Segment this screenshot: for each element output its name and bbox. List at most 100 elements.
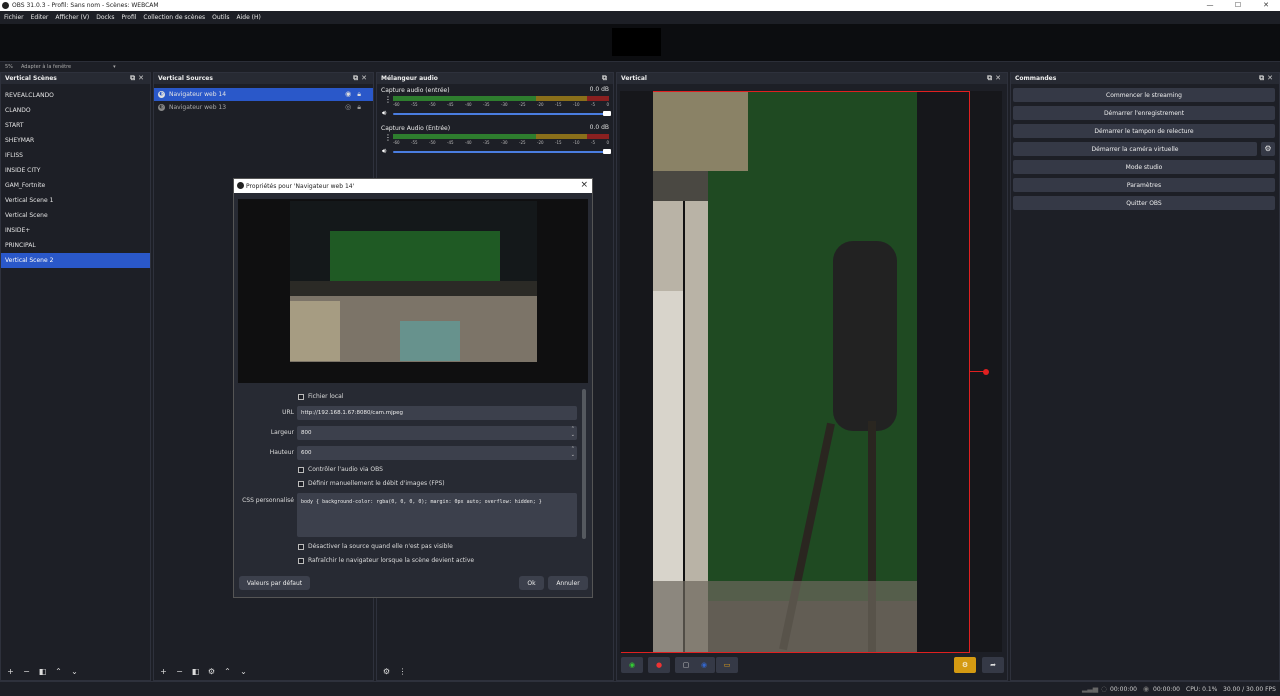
manual-fps-checkbox[interactable]: Définir manuellement le débit d'images (… [298,480,445,487]
gear-icon[interactable]: ⚙ [206,666,217,677]
close-dock-icon[interactable]: ✕ [138,74,147,82]
start-streaming-button[interactable]: Commencer le streaming [1013,88,1275,102]
add-icon[interactable]: + [158,666,169,677]
settings-button[interactable]: Paramètres [1013,178,1275,192]
cpu-usage: CPU: 0.1% [1186,686,1218,693]
custom-css-textarea[interactable]: body { background-color: rgba(0, 0, 0, 0… [297,493,577,537]
start-virtual-camera-button[interactable]: Démarrer la caméra virtuelle [1013,142,1257,156]
eye-hidden-icon[interactable]: ◎ [345,103,357,111]
resize-handle[interactable] [983,369,989,375]
speaker-icon[interactable]: 🔊︎ [382,109,386,118]
ok-button[interactable]: Ok [519,576,544,590]
softbox-light [653,91,748,171]
kebab-menu-icon[interactable]: ⋮ [397,666,408,677]
cancel-button[interactable]: Annuler [548,576,588,590]
local-file-checkbox[interactable]: Fichier local [298,393,344,400]
quit-obs-button[interactable]: Quitter OBS [1013,196,1275,210]
virtual-camera-icon[interactable]: ◉ [693,657,715,673]
sources-dock-title: Vertical Sources [158,75,213,82]
commands-dock-title: Commandes [1015,75,1057,82]
stream-toggle-icon[interactable]: ◉ [621,657,643,673]
close-window-button[interactable]: ✕ [1252,0,1280,11]
speaker-icon[interactable]: 🔊︎ [382,147,386,156]
chevron-down-icon[interactable]: ▾ [113,64,116,70]
undock-icon[interactable]: ⧉ [353,74,361,82]
scene-item[interactable]: IFLISS [1,148,150,163]
remove-icon[interactable]: − [174,666,185,677]
start-recording-button[interactable]: Démarrer l'enregistrement [1013,106,1275,120]
video-preview[interactable] [653,91,917,652]
stepper-arrows-icon[interactable]: ⌃ ⌄ [571,446,575,458]
source-item-selected[interactable]: ◐ Navigateur web 14 ◉🔒︎ [154,88,373,101]
mixer-channel: Capture audio (entrée) 0.0 dB ⋮ -60 -55 -5… [377,84,613,122]
lock-icon[interactable]: 🔒︎ [357,103,367,111]
advanced-audio-icon[interactable]: ⚙ [381,666,392,677]
filter-icon[interactable]: ◧ [37,666,48,677]
volume-slider[interactable] [393,113,609,115]
menu-aide[interactable]: Aide (H) [237,14,261,21]
status-bar: ▂▃▅ ◌ 00:00:00 ◉ 00:00:00 CPU: 0.1% 30.0… [0,681,1280,696]
volume-slider[interactable] [393,151,609,153]
height-stepper[interactable]: 600 ⌃ ⌄ [297,446,577,460]
main-preview-thumbnail [612,28,661,56]
scene-item[interactable]: START [1,118,150,133]
studio-mode-icon[interactable]: ▭ [716,657,738,673]
start-replay-buffer-button[interactable]: Démarrer le tampon de relecture [1013,124,1275,138]
record-icon[interactable]: ● [648,657,670,673]
url-input[interactable]: http://192.168.1.67:8080/cam.mjpeg [297,406,577,420]
close-dock-icon[interactable]: ✕ [1267,74,1276,82]
lock-icon[interactable]: 🔒︎ [357,90,367,98]
zoom-mode-select[interactable]: Adapter à la fenêtre [21,64,71,70]
menu-fichier[interactable]: Fichier [4,14,24,21]
undock-icon[interactable]: ⧉ [1259,74,1267,82]
scene-item[interactable]: REVEALCLANDO [1,88,150,103]
minimize-button[interactable]: — [1196,0,1224,11]
eye-icon[interactable]: ◉ [345,90,357,98]
scene-item[interactable]: GAM_Fortnite [1,178,150,193]
scene-item[interactable]: INSIDE CITY [1,163,150,178]
menu-docks[interactable]: Docks [96,14,114,21]
defaults-button[interactable]: Valeurs par défaut [239,576,310,590]
kebab-menu-icon[interactable]: ⋮ [384,133,392,142]
studio-mode-button[interactable]: Mode studio [1013,160,1275,174]
menu-profil[interactable]: Profil [121,14,136,21]
refresh-active-checkbox[interactable]: Rafraîchir le navigateur lorsque la scèn… [298,557,474,564]
source-item[interactable]: ◐ Navigateur web 13 ◎🔒︎ [154,101,373,114]
scene-item[interactable]: Vertical Scene 1 [1,193,150,208]
remove-icon[interactable]: − [21,666,32,677]
scene-item[interactable]: SHEYMAR [1,133,150,148]
scene-item-selected[interactable]: Vertical Scene 2 [1,253,150,268]
move-down-icon[interactable]: ⌄ [69,666,80,677]
scene-item[interactable]: PRINCIPAL [1,238,150,253]
stepper-arrows-icon[interactable]: ⌃ ⌄ [571,426,575,438]
add-icon[interactable]: + [5,666,16,677]
kebab-menu-icon[interactable]: ⋮ [384,95,392,104]
close-icon[interactable]: × [580,180,588,190]
exit-icon[interactable]: ➦ [982,657,1004,673]
width-stepper[interactable]: 800 ⌃ ⌄ [297,426,577,440]
undock-icon[interactable]: ⧉ [130,74,138,82]
menu-afficher[interactable]: Afficher (V) [55,14,89,21]
audio-control-checkbox[interactable]: Contrôler l'audio via OBS [298,466,383,473]
scene-item[interactable]: Vertical Scene [1,208,150,223]
volume-slider-handle[interactable] [603,111,611,116]
menu-collection[interactable]: Collection de scènes [143,14,205,21]
undock-icon[interactable]: ⧉ [602,74,610,82]
scene-item[interactable]: INSIDE+ [1,223,150,238]
menu-outils[interactable]: Outils [212,14,229,21]
undock-icon[interactable]: ⧉ [987,74,995,82]
move-up-icon[interactable]: ⌃ [222,666,233,677]
filter-icon[interactable]: ◧ [190,666,201,677]
scrollbar[interactable] [582,389,586,539]
scene-item[interactable]: CLANDO [1,103,150,118]
volume-slider-handle[interactable] [603,149,611,154]
close-dock-icon[interactable]: ✕ [995,74,1004,82]
gear-icon[interactable]: ⚙ [1261,142,1275,156]
disable-hidden-checkbox[interactable]: Désactiver la source quand elle n'est pa… [298,543,453,550]
close-dock-icon[interactable]: ✕ [361,74,370,82]
menu-editer[interactable]: Editer [31,14,49,21]
gear-icon[interactable]: ⚙ [954,657,976,673]
move-up-icon[interactable]: ⌃ [53,666,64,677]
move-down-icon[interactable]: ⌄ [238,666,249,677]
maximize-button[interactable]: ☐ [1224,0,1252,11]
